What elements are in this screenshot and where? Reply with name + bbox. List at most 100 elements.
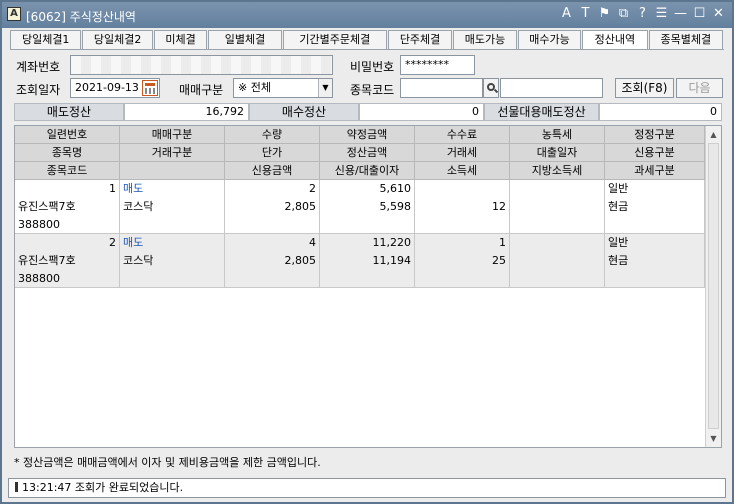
tab-9[interactable]: 종목별체결: [648, 30, 723, 49]
cell-loan-date: [510, 252, 604, 270]
scroll-thumb[interactable]: [708, 143, 719, 429]
minimize-icon[interactable]: —: [673, 6, 688, 22]
vertical-scrollbar[interactable]: ▲ ▼: [705, 126, 721, 447]
table-column: 일반 현금: [605, 180, 705, 234]
column-header[interactable]: 정산금액: [320, 144, 415, 162]
column-header[interactable]: 매매구분: [120, 126, 225, 144]
maximize-icon[interactable]: ☐: [692, 6, 707, 22]
password-field[interactable]: ********: [400, 55, 475, 75]
column-header[interactable]: 종목명: [15, 144, 120, 162]
scroll-down-icon[interactable]: ▼: [706, 431, 721, 446]
cell-income-tax: [415, 270, 509, 288]
header-row: 일련번호 매매구분 수량 약정금액 수수료 농특세 정정구분: [15, 126, 705, 144]
cell-blank: [120, 216, 224, 234]
tab-4[interactable]: 기간별주문체결: [282, 30, 387, 49]
print-icon[interactable]: ☰: [654, 6, 669, 22]
column-header[interactable]: 신용/대출이자: [320, 162, 415, 180]
tab-6[interactable]: 매도가능: [453, 30, 517, 49]
table-column: 매도 코스닥: [120, 234, 225, 288]
close-icon[interactable]: ✕: [711, 6, 726, 22]
scroll-up-icon[interactable]: ▲: [706, 127, 721, 142]
tab-0[interactable]: 당일체결1: [10, 30, 82, 49]
column-header[interactable]: 과세구분: [605, 162, 705, 180]
column-header[interactable]: 신용구분: [605, 144, 705, 162]
trade-type-select[interactable]: ※ 전체 ▼: [233, 78, 333, 98]
cell-credit-amount: [225, 216, 319, 234]
calendar-icon[interactable]: [142, 80, 158, 96]
account-field[interactable]: [70, 55, 333, 75]
trade-type-label: 매매구분: [179, 83, 224, 97]
tab-3[interactable]: 일별체결: [208, 30, 282, 49]
date-field[interactable]: 2021-09-13: [70, 78, 160, 98]
table-column: 1 25: [415, 234, 510, 288]
cell-trade-tax: 12: [492, 200, 506, 213]
cell-interest: [320, 216, 414, 234]
status-icon: [15, 482, 18, 492]
next-button[interactable]: 다음: [676, 78, 723, 98]
tab-2[interactable]: 미체결: [153, 30, 208, 49]
stock-search-button[interactable]: [483, 78, 499, 98]
column-header[interactable]: 신용금액: [225, 162, 320, 180]
tab-1[interactable]: 당일체결2: [82, 30, 153, 49]
date-value: 2021-09-13: [75, 81, 139, 94]
column-header[interactable]: 수량: [225, 126, 320, 144]
search-button[interactable]: 조회(F8): [615, 78, 674, 98]
cell-contract-amount: 11,220: [372, 236, 412, 249]
summary-row: 매도정산 16,792 매수정산 0 선물대용매도정산 0: [14, 103, 722, 121]
column-header[interactable]: 정정구분: [605, 126, 705, 144]
cell-qty: 2: [309, 182, 316, 195]
table-column: 12: [415, 180, 510, 234]
link-icon[interactable]: ⧉: [616, 6, 631, 22]
cell-serial: 1: [109, 182, 116, 195]
table-row[interactable]: 1 유진스팩7호 388800 매도 코스닥 2 2,805 5,610 5,598 12 일반 현금: [15, 180, 705, 234]
sell-settle-label: 매도정산: [14, 103, 124, 121]
app-icon: A: [7, 7, 21, 21]
header-row: 종목코드 신용금액 신용/대출이자 소득세 지방소득세 과세구분: [15, 162, 705, 180]
help-icon[interactable]: ?: [635, 6, 650, 22]
cell-correction: 일반: [608, 236, 629, 249]
chevron-down-icon[interactable]: ▼: [318, 79, 332, 97]
cell-local-tax: [510, 216, 604, 234]
stock-code-input[interactable]: [400, 78, 483, 98]
cell-serial: 2: [109, 236, 116, 249]
tab-divider: [10, 49, 724, 50]
column-header[interactable]: 거래구분: [120, 144, 225, 162]
column-header[interactable]: 대출일자: [510, 144, 605, 162]
cell-loan-date: [510, 198, 604, 216]
column-header[interactable]: 농특세: [510, 126, 605, 144]
tab-5[interactable]: 단주체결: [387, 30, 453, 49]
cell-settle-amount: 5,598: [379, 200, 412, 213]
title-bar[interactable]: A [6062] 주식정산내역 A T ⚑ ⧉? ☰ — ☐ ✕: [2, 2, 732, 28]
column-header[interactable]: 수수료: [415, 126, 510, 144]
table-column: 일반 현금: [605, 234, 705, 288]
column-header[interactable]: 단가: [225, 144, 320, 162]
pin-icon[interactable]: ⚑: [597, 6, 612, 22]
table-column: 11,220 11,194: [320, 234, 415, 288]
column-header[interactable]: 지방소득세: [510, 162, 605, 180]
column-header[interactable]: 약정금액: [320, 126, 415, 144]
sell-settle-value: 16,792: [124, 103, 249, 121]
buy-settle-label: 매수정산: [249, 103, 359, 121]
window-title: [6062] 주식정산내역: [26, 10, 136, 24]
column-header[interactable]: 거래세: [415, 144, 510, 162]
futures-settle-value: 0: [599, 103, 722, 121]
settlement-grid[interactable]: 일련번호 매매구분 수량 약정금액 수수료 농특세 정정구분 종목명 거래구분 단가 정산금액 거래세…: [14, 125, 722, 448]
table-row[interactable]: 2 유진스팩7호 388800 매도 코스닥 4 2,805 11,220 11,194 1 25 일…: [15, 234, 705, 288]
tab-8[interactable]: 정산내역: [582, 30, 648, 50]
column-header[interactable]: 소득세: [415, 162, 510, 180]
main-window: A [6062] 주식정산내역 A T ⚑ ⧉? ☰ — ☐ ✕ 당일체결1 당일체결2 미체결 일…: [0, 0, 734, 504]
column-header[interactable]: 종목코드: [15, 162, 120, 180]
column-header[interactable]: 일련번호: [15, 126, 120, 144]
table-column: [510, 180, 605, 234]
text-icon[interactable]: T: [578, 6, 593, 22]
font-size-icon[interactable]: A: [559, 6, 574, 22]
tab-7[interactable]: 매수가능: [517, 30, 582, 49]
cell-income-tax: [415, 216, 509, 234]
header-row: 종목명 거래구분 단가 정산금액 거래세 대출일자 신용구분: [15, 144, 705, 162]
cell-interest: [320, 270, 414, 288]
cell-tax-type: [605, 216, 704, 234]
column-header[interactable]: [120, 162, 225, 180]
cell-market: 코스닥: [123, 200, 154, 213]
table-column: 2 2,805: [225, 180, 320, 234]
stock-name-field: [500, 78, 603, 98]
